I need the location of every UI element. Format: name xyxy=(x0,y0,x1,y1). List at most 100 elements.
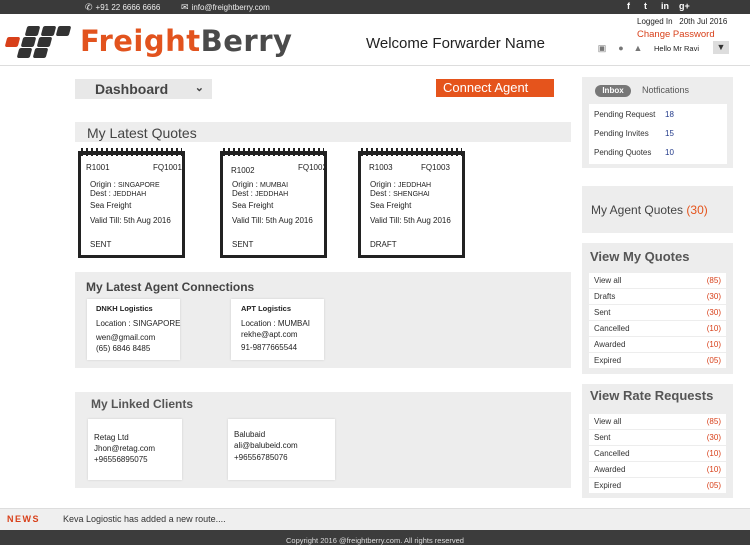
bell-icon[interactable]: ▲ xyxy=(632,42,644,54)
filter-count: (85) xyxy=(706,276,721,285)
top-contact-bar: ✆ +91 22 6666 6666 ✉ info@freightberry.c… xyxy=(0,0,750,14)
filter-count: (85) xyxy=(706,417,721,426)
brand-logo[interactable]: FreightBerry xyxy=(80,24,292,58)
tab-notifications[interactable]: Notfications xyxy=(642,85,689,95)
agent-quotes-label: My Agent Quotes (30) xyxy=(591,203,708,217)
user-menu-chevron-icon[interactable]: ▼ xyxy=(713,41,729,54)
quote-fq: FQ1002 xyxy=(298,163,327,172)
inbox-row[interactable]: Pending Quotes 10 xyxy=(594,148,723,157)
filter-label: Expired xyxy=(594,481,622,490)
latest-quotes-title: My Latest Quotes xyxy=(87,125,197,141)
filter-count: (30) xyxy=(706,292,721,301)
dashboard-label: Dashboard xyxy=(95,81,169,97)
quote-filter-row[interactable]: Awarded (10) xyxy=(589,462,726,477)
agent-connections-title: My Latest Agent Connections xyxy=(86,280,255,294)
quote-filter-row[interactable]: Drafts (30) xyxy=(589,289,726,304)
agent-connections-panel: My Latest Agent Connections DNKH Logisti… xyxy=(75,272,571,368)
main-content: Dashboard ⌄ Connect Agent My Latest Quot… xyxy=(0,66,574,506)
user-greeting: Hello Mr Ravi xyxy=(654,44,700,53)
view-quotes-title: View My Quotes xyxy=(590,249,690,264)
quote-card[interactable]: R1002 FQ1002 Origin : MUMBAI Dest : JEDD… xyxy=(220,148,327,258)
quote-valid: Valid Till: 5th Aug 2016 xyxy=(370,216,451,225)
inbox-box: Inbox Notfications Pending Request 18 Pen… xyxy=(582,77,733,168)
filter-label: Cancelled xyxy=(594,449,630,458)
quote-card[interactable]: R1001 FQ1001 Origin : SINGAPORE Dest : J… xyxy=(78,148,185,258)
chevron-down-icon: ⌄ xyxy=(194,82,204,94)
quote-filter-row[interactable]: View all (85) xyxy=(589,273,726,288)
filter-label: Sent xyxy=(594,308,611,317)
quote-filter-row[interactable]: Sent (30) xyxy=(589,430,726,445)
client-name: Retag Ltd xyxy=(94,433,129,442)
news-label: NEWS xyxy=(7,514,40,524)
quote-dest: Dest : JEDDHAH xyxy=(232,189,289,198)
agent-phone: (65) 6846 8485 xyxy=(96,344,151,353)
filter-label: View all xyxy=(594,276,622,285)
filter-count: (10) xyxy=(706,324,721,333)
change-password-link[interactable]: Change Password xyxy=(637,29,715,40)
brand-part2: Berry xyxy=(200,24,293,58)
logged-in-date: 20th Jul 2016 xyxy=(679,17,728,26)
agent-email: rekhe@apt.com xyxy=(241,330,298,339)
agent-phone: 91-9877665544 xyxy=(241,343,298,352)
agent-location: Location : SINGAPORE xyxy=(96,319,181,328)
inbox-row[interactable]: Pending Request 18 xyxy=(594,110,723,119)
quote-filter-row[interactable]: Cancelled (10) xyxy=(589,321,726,336)
tab-inbox[interactable]: Inbox xyxy=(595,85,631,97)
quote-ref: R1002 xyxy=(231,166,255,175)
linked-clients-title: My Linked Clients xyxy=(91,397,194,411)
client-card[interactable]: Balubaid ali@balubeid.com +96556785076 xyxy=(228,419,335,480)
quote-fq: FQ1003 xyxy=(421,163,450,172)
quote-card[interactable]: R1003 FQ1003 Origin : JEDDHAH Dest : SHE… xyxy=(358,148,465,258)
quote-origin: Origin : SINGAPORE xyxy=(90,180,160,189)
facebook-icon[interactable]: f xyxy=(627,1,630,11)
agent-quotes-count: (30) xyxy=(686,203,708,217)
quote-filter-row[interactable]: Expired (05) xyxy=(589,353,726,368)
quote-status: SENT xyxy=(232,240,254,249)
filter-count: (10) xyxy=(706,465,721,474)
filter-count: (30) xyxy=(706,308,721,317)
filter-label: Awarded xyxy=(594,465,626,474)
quote-origin: Origin : MUMBAI xyxy=(232,180,289,189)
quote-filter-row[interactable]: Cancelled (10) xyxy=(589,446,726,461)
email-address[interactable]: info@freightberry.com xyxy=(192,3,270,12)
twitter-icon[interactable]: t xyxy=(644,1,647,11)
quote-filter-row[interactable]: Awarded (10) xyxy=(589,337,726,352)
mail-icon: ✉ xyxy=(181,2,189,12)
agent-email: wen@gmail.com xyxy=(96,333,156,342)
agent-quotes-box[interactable]: My Agent Quotes (30) xyxy=(582,186,733,233)
dashboard-dropdown[interactable]: Dashboard ⌄ xyxy=(75,79,212,99)
header: FreightBerry Welcome Forwarder Name Logg… xyxy=(0,14,750,66)
filter-label: Expired xyxy=(594,356,622,365)
client-card[interactable]: Retag Ltd Jhon@retag.com +96556895075 xyxy=(88,419,182,480)
rate-requests-title: View Rate Requests xyxy=(590,388,714,403)
quote-fq: FQ1001 xyxy=(153,163,182,172)
welcome-message: Welcome Forwarder Name xyxy=(366,35,545,52)
phone-contact: ✆ +91 22 6666 6666 xyxy=(85,2,160,13)
client-phone: +96556785076 xyxy=(234,453,288,462)
linkedin-icon[interactable]: in xyxy=(661,1,669,11)
quote-mode: Sea Freight xyxy=(232,201,274,210)
filter-count: (05) xyxy=(706,356,721,365)
google-plus-icon[interactable]: g+ xyxy=(679,1,690,11)
connect-agent-button[interactable]: Connect Agent xyxy=(436,79,554,97)
agent-connection-card[interactable]: DNKH Logistics Location : SINGAPORE wen@… xyxy=(87,299,180,360)
quote-filter-row[interactable]: Sent (30) xyxy=(589,305,726,320)
client-name: Balubaid xyxy=(234,430,266,439)
news-text[interactable]: Keva Logiostic has added a new route.... xyxy=(63,514,226,524)
quote-filter-row[interactable]: Expired (05) xyxy=(589,478,726,493)
save-icon[interactable]: ▣ xyxy=(596,42,608,54)
inbox-row[interactable]: Pending Invites 15 xyxy=(594,129,723,138)
filter-label: Awarded xyxy=(594,340,626,349)
logged-in-label: Logged In xyxy=(637,17,673,26)
filter-label: Drafts xyxy=(594,292,616,301)
agent-name: APT Logistics xyxy=(241,304,292,313)
logged-in-info: Logged In 20th Jul 2016 xyxy=(637,17,727,26)
quote-filter-row[interactable]: View all (85) xyxy=(589,414,726,429)
agent-connection-card[interactable]: APT Logistics Location : MUMBAI rekhe@ap… xyxy=(231,299,324,360)
email-contact[interactable]: ✉ info@freightberry.com xyxy=(181,2,270,13)
logo-mark-icon[interactable] xyxy=(4,24,74,58)
filter-count: (10) xyxy=(706,449,721,458)
agent-name: DNKH Logistics xyxy=(96,304,153,313)
view-quotes-box: View My Quotes View all (85) Drafts (30) Sen… xyxy=(582,243,733,374)
user-icon[interactable]: ● xyxy=(615,42,627,54)
